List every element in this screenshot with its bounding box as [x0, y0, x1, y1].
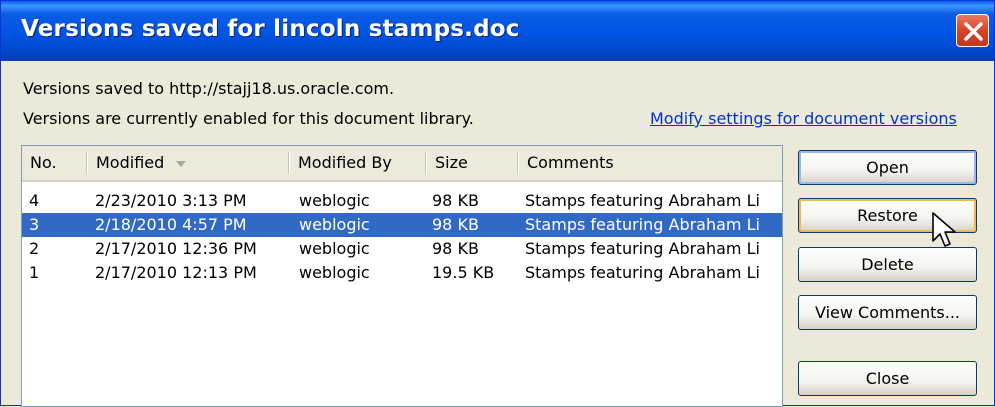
- cell-modified-by: weblogic: [299, 191, 370, 210]
- close-window-button[interactable]: [956, 14, 989, 47]
- column-header-comments[interactable]: Comments: [519, 146, 782, 180]
- cell-no: 3: [29, 215, 40, 234]
- cell-modified: 2/17/2010 12:13 PM: [95, 263, 257, 282]
- column-header-size[interactable]: Size: [427, 146, 517, 180]
- cell-size: 98 KB: [432, 215, 479, 234]
- table-row-selected[interactable]: 3 2/18/2010 4:57 PM weblogic 98 KB Stamp…: [22, 213, 782, 237]
- cell-size: 19.5 KB: [432, 263, 495, 282]
- table-row[interactable]: 1 2/17/2010 12:13 PM weblogic 19.5 KB St…: [22, 261, 782, 285]
- close-button[interactable]: Close: [798, 361, 977, 396]
- cell-modified: 2/18/2010 4:57 PM: [95, 215, 247, 234]
- view-comments-button[interactable]: View Comments...: [798, 295, 977, 330]
- cell-comments: Stamps featuring Abraham Li: [525, 263, 760, 282]
- column-header-modified-label: Modified: [96, 153, 165, 172]
- cell-modified: 2/23/2010 3:13 PM: [95, 191, 247, 210]
- cell-modified-by: weblogic: [299, 263, 370, 282]
- sort-descending-icon: [176, 160, 187, 167]
- cell-no: 1: [29, 263, 40, 282]
- cell-comments: Stamps featuring Abraham Li: [525, 191, 760, 210]
- table-row[interactable]: 2 2/17/2010 12:36 PM weblogic 98 KB Stam…: [22, 237, 782, 261]
- open-button-label: Open: [866, 158, 909, 177]
- title-bar[interactable]: Versions saved for lincoln stamps.doc: [1, 1, 994, 61]
- dialog-title: Versions saved for lincoln stamps.doc: [21, 16, 520, 42]
- column-header-comments-label: Comments: [527, 153, 614, 172]
- column-header-modified[interactable]: Modified: [88, 146, 288, 180]
- versions-list[interactable]: No. Modified Modified By Size Comments 4…: [21, 145, 783, 407]
- open-button[interactable]: Open: [798, 150, 977, 185]
- cell-modified: 2/17/2010 12:36 PM: [95, 239, 257, 258]
- versions-enabled-text: Versions are currently enabled for this …: [23, 109, 474, 128]
- cell-no: 2: [29, 239, 40, 258]
- column-header-no[interactable]: No.: [22, 146, 86, 180]
- column-header-modified-by-label: Modified By: [298, 153, 392, 172]
- cell-size: 98 KB: [432, 239, 479, 258]
- column-header-no-label: No.: [30, 153, 57, 172]
- close-icon: [964, 22, 983, 41]
- cell-comments: Stamps featuring Abraham Li: [525, 239, 760, 258]
- view-comments-button-label: View Comments...: [814, 303, 961, 322]
- modify-settings-link[interactable]: Modify settings for document versions: [650, 109, 957, 128]
- close-button-label: Close: [865, 369, 910, 388]
- cell-modified-by: weblogic: [299, 239, 370, 258]
- versions-location-text: Versions saved to http://stajj18.us.orac…: [23, 79, 395, 98]
- column-header-size-label: Size: [435, 153, 468, 172]
- cell-comments: Stamps featuring Abraham Li: [525, 215, 760, 234]
- cell-modified-by: weblogic: [299, 215, 370, 234]
- cell-size: 98 KB: [432, 191, 479, 210]
- list-header: No. Modified Modified By Size Comments: [22, 146, 782, 182]
- restore-button-label: Restore: [857, 206, 918, 225]
- column-header-modified-by[interactable]: Modified By: [290, 146, 425, 180]
- cell-no: 4: [29, 191, 40, 210]
- table-row[interactable]: 4 2/23/2010 3:13 PM weblogic 98 KB Stamp…: [22, 189, 782, 213]
- delete-button-label: Delete: [861, 255, 914, 274]
- mouse-pointer-icon: [932, 212, 956, 247]
- versions-dialog: Versions saved for lincoln stamps.doc Ve…: [0, 0, 995, 407]
- delete-button[interactable]: Delete: [798, 247, 977, 282]
